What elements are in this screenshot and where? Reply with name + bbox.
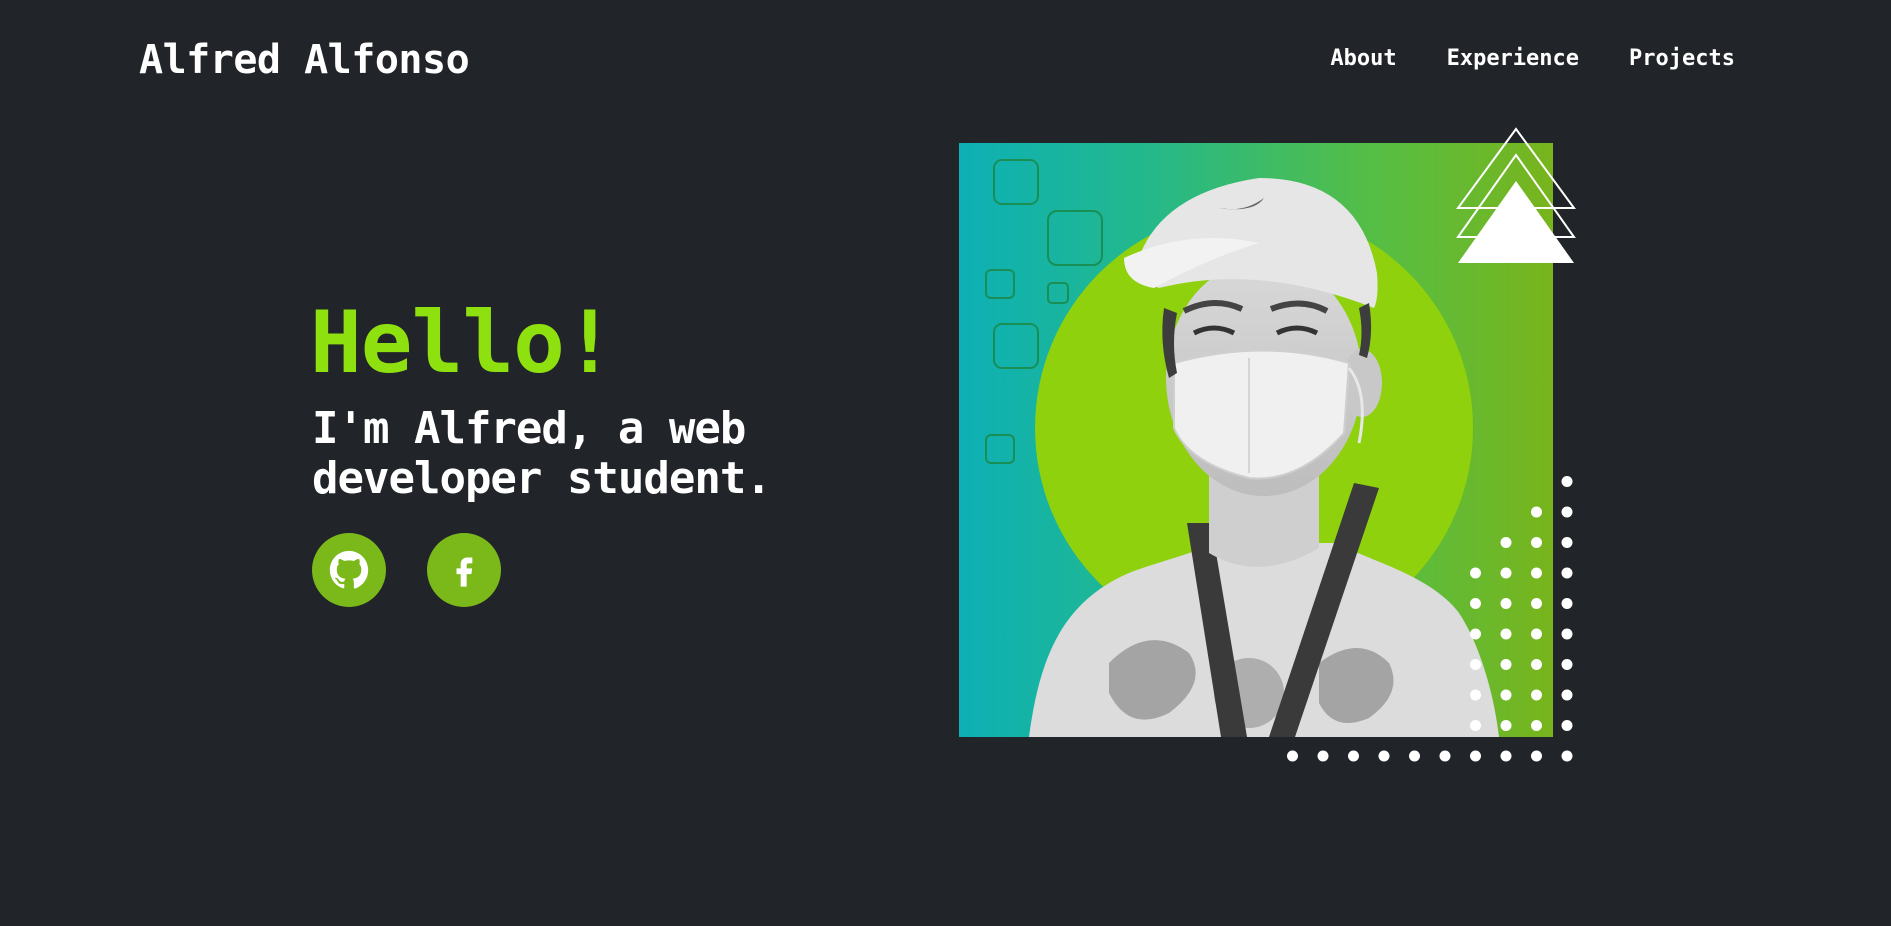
nav-projects[interactable]: Projects: [1629, 44, 1735, 74]
brand-logo[interactable]: Alfred Alfonso: [139, 34, 470, 86]
portrait-panel: [959, 143, 1553, 737]
decor-dot: [1287, 750, 1298, 762]
hero-greeting: Hello!: [310, 293, 616, 393]
decor-dot: [1561, 506, 1573, 518]
decor-dot: [1561, 537, 1573, 548]
facebook-button[interactable]: [427, 533, 501, 607]
main-nav: About Experience Projects: [1330, 44, 1735, 74]
decor-dot: [1561, 659, 1573, 670]
social-links: [312, 533, 501, 607]
decor-dot: [1561, 628, 1573, 640]
facebook-icon: [456, 557, 473, 587]
decor-dot: [1561, 476, 1573, 487]
github-button[interactable]: [312, 533, 386, 607]
decor-dot: [1409, 750, 1420, 762]
decor-dot: [1561, 598, 1573, 609]
decor-dot: [1561, 720, 1573, 731]
nav-experience[interactable]: Experience: [1447, 44, 1579, 74]
decor-dot: [1500, 750, 1512, 762]
hero-intro: I'm Alfred, a web developer student.: [312, 403, 772, 504]
portrait-illustration: [985, 159, 1499, 737]
nav-about[interactable]: About: [1330, 44, 1396, 74]
decor-dot: [1470, 750, 1481, 762]
decor-dot: [1317, 750, 1329, 762]
decor-dot: [1561, 567, 1573, 579]
decor-dot: [1439, 750, 1451, 762]
decor-dot: [1561, 689, 1573, 701]
decor-dot: [1378, 750, 1390, 762]
decor-dot: [1561, 750, 1573, 762]
decor-dot: [1348, 750, 1359, 762]
decor-dot: [1531, 750, 1542, 762]
github-icon: [329, 550, 369, 589]
